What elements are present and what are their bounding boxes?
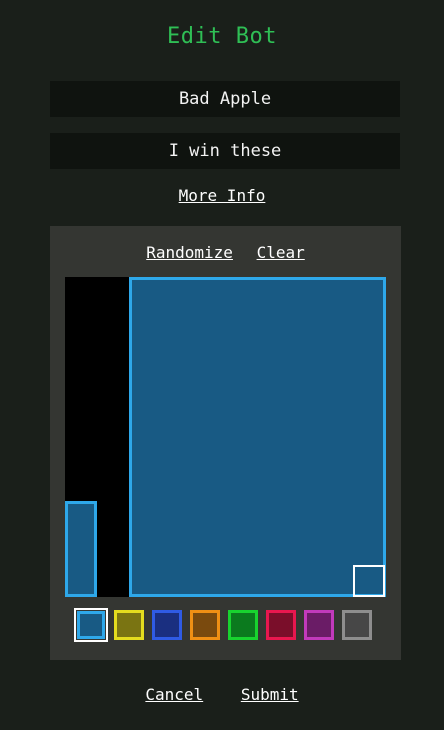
more-info-link[interactable]: More Info (179, 186, 266, 205)
swatch-gray[interactable] (340, 608, 374, 642)
swatch-red-fill (266, 610, 296, 640)
bot-name-input[interactable] (50, 81, 400, 117)
canvas-block-small (65, 501, 97, 597)
color-palette (74, 608, 378, 642)
swatch-green-fill (228, 610, 258, 640)
swatch-yellow[interactable] (112, 608, 146, 642)
bot-canvas[interactable] (65, 277, 386, 597)
canvas-block-large (129, 277, 386, 597)
swatch-green[interactable] (226, 608, 260, 642)
swatch-gray-fill (342, 610, 372, 640)
swatch-blue[interactable] (74, 608, 108, 642)
swatch-red[interactable] (264, 608, 298, 642)
bot-description-input[interactable] (50, 133, 400, 169)
canvas-cursor (353, 565, 385, 597)
cancel-button[interactable]: Cancel (145, 685, 203, 704)
clear-link[interactable]: Clear (257, 243, 305, 262)
editor-panel: Randomize Clear (50, 226, 401, 660)
more-info-row: More Info (0, 186, 444, 205)
swatch-orange[interactable] (188, 608, 222, 642)
swatch-purple[interactable] (302, 608, 336, 642)
form-actions: Cancel Submit (0, 685, 444, 704)
swatch-yellow-fill (114, 610, 144, 640)
swatch-purple-fill (304, 610, 334, 640)
swatch-blue-fill (77, 611, 105, 639)
swatch-navy[interactable] (150, 608, 184, 642)
swatch-orange-fill (190, 610, 220, 640)
randomize-link[interactable]: Randomize (146, 243, 233, 262)
submit-button[interactable]: Submit (241, 685, 299, 704)
swatch-navy-fill (152, 610, 182, 640)
editor-toolbar: Randomize Clear (50, 243, 401, 262)
page-title: Edit Bot (167, 24, 277, 49)
